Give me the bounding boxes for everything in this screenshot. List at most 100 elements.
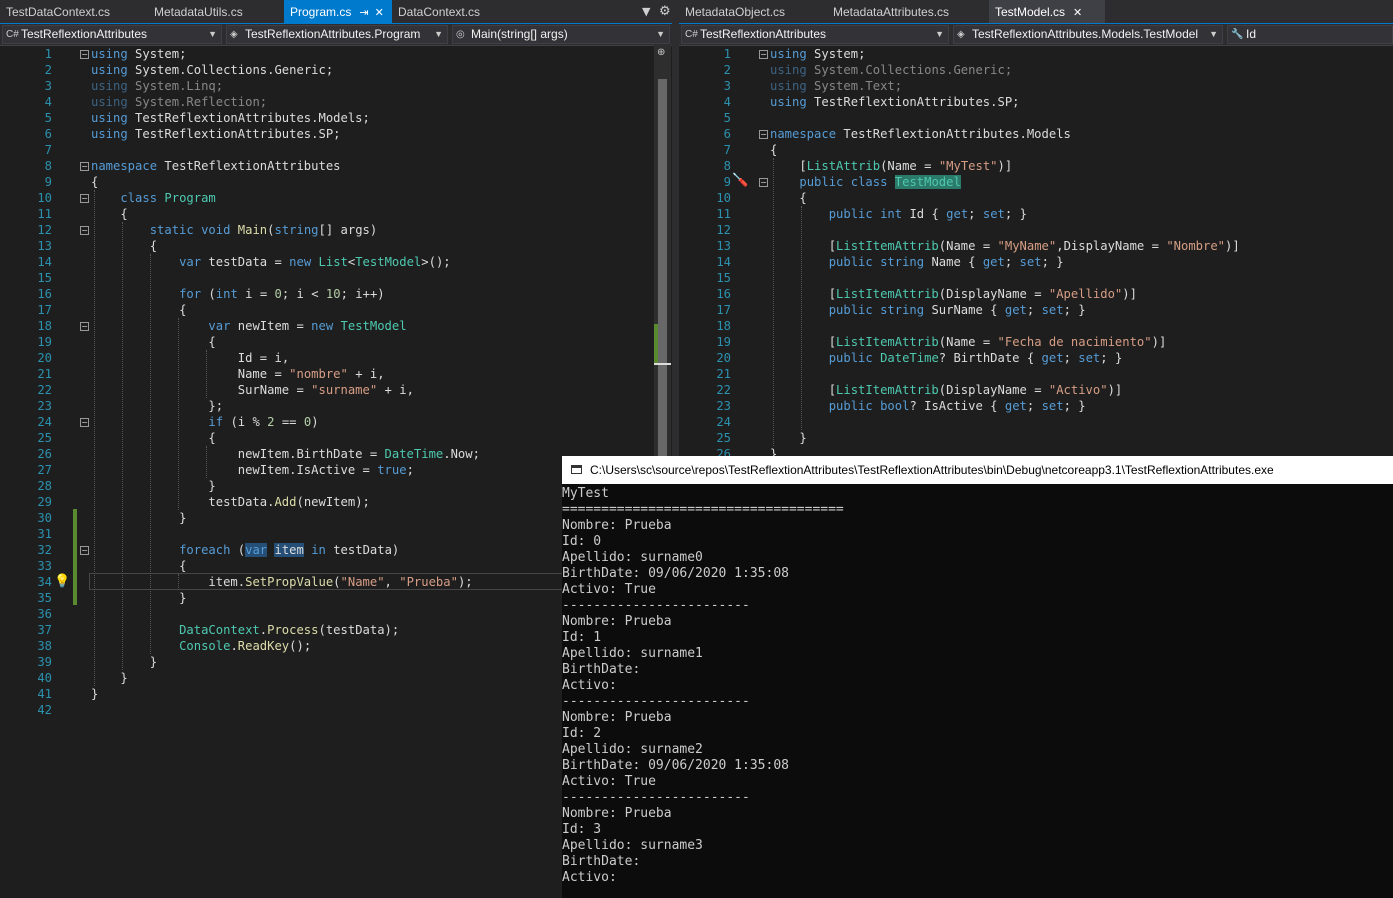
scrollbar-thumb[interactable] — [658, 79, 667, 499]
line-number: 18 — [716, 319, 731, 333]
class-dropdown[interactable]: ◈ TestReflextionAttributes.Models.TestMod… — [953, 25, 1223, 44]
pin-icon[interactable]: ⇥ — [359, 1, 368, 25]
line-number: 37 — [37, 623, 52, 637]
console-app-icon — [571, 465, 582, 474]
member-dropdown[interactable]: ◎ Main(string[] args) ▼ — [452, 25, 670, 44]
line-number: 27 — [37, 463, 52, 477]
code-line: using System.Linq; — [91, 79, 224, 93]
console-line: Apellido: surname1 — [562, 646, 703, 661]
console-line: Apellido: surname3 — [562, 838, 703, 853]
code-line: } — [149, 655, 158, 669]
screwdriver-icon[interactable]: 🪛 — [732, 173, 748, 188]
line-number: 32 — [37, 543, 52, 557]
line-number: 39 — [37, 655, 52, 669]
collapse-toggle[interactable]: − — [80, 226, 89, 235]
code-line: DataContext.Process(testData); — [179, 623, 400, 637]
line-number: 21 — [716, 367, 731, 381]
chevron-down-icon: ▼ — [208, 29, 217, 39]
tab-label: MetadataAttributes.cs — [833, 5, 950, 19]
wrench-icon: 🔧 — [1231, 29, 1244, 40]
split-icon[interactable]: ⊕ — [657, 47, 665, 58]
collapse-toggle[interactable]: − — [80, 162, 89, 171]
console-line: Nombre: Prueba — [562, 614, 672, 629]
code-line: Name = "nombre" + i, — [237, 367, 385, 381]
line-number: 20 — [37, 351, 52, 365]
change-marker — [73, 509, 77, 605]
class-icon: ◈ — [957, 29, 965, 40]
line-number: 42 — [37, 703, 52, 717]
line-number: 1 — [723, 47, 731, 61]
line-number: 9 — [723, 175, 731, 189]
line-number: 11 — [716, 207, 731, 221]
collapse-toggle[interactable]: − — [80, 50, 89, 59]
collapse-toggle[interactable]: − — [80, 322, 89, 331]
line-number: 25 — [716, 431, 731, 445]
code-line: Id = i, — [237, 351, 290, 365]
line-number: 3 — [723, 79, 731, 93]
code-line: public class TestModel — [799, 175, 961, 189]
close-icon[interactable]: ✕ — [375, 1, 384, 25]
console-title-bar[interactable]: C:\Users\sc\source\repos\TestReflextionA… — [562, 456, 1393, 484]
code-line: [ListItemAttrib(Name = "Fecha de nacimie… — [828, 335, 1167, 349]
code-line: var testData = new List<TestModel>(); — [179, 255, 451, 269]
close-icon[interactable]: ✕ — [1073, 1, 1082, 25]
member-dropdown[interactable]: 🔧 Id — [1227, 25, 1393, 44]
tab-label: MetadataObject.cs — [685, 5, 786, 19]
line-number: 25 — [37, 431, 52, 445]
tab-label: TestDataContext.cs — [6, 5, 111, 19]
code-line: using System; — [91, 47, 187, 61]
code-line: }; — [208, 399, 224, 413]
code-line: item.SetPropValue("Name", "Prueba"); — [208, 575, 473, 589]
tab-metadataobject[interactable]: MetadataObject.cs — [679, 0, 827, 23]
project-dropdown[interactable]: C# TestReflextionAttributes ▼ — [681, 25, 949, 44]
project-dropdown[interactable]: C# TestReflextionAttributes ▼ — [2, 25, 222, 44]
change-marker — [654, 324, 658, 364]
class-dropdown[interactable]: ◈ TestReflextionAttributes.Program ▼ — [226, 25, 448, 44]
tab-testmodel[interactable]: TestModel.cs ✕ — [989, 0, 1105, 23]
code-line: using TestReflextionAttributes.SP; — [91, 127, 341, 141]
chevron-down-icon: ▼ — [1209, 29, 1218, 39]
code-line: var newItem = new TestModel — [208, 319, 407, 333]
collapse-toggle[interactable]: − — [759, 178, 768, 187]
tab-metadatautils[interactable]: MetadataUtils.cs — [148, 0, 282, 23]
collapse-toggle[interactable]: − — [80, 194, 89, 203]
code-line: using System.Collections.Generic; — [91, 63, 334, 77]
gear-icon[interactable]: ⚙ — [659, 0, 671, 23]
line-number: 7 — [723, 143, 731, 157]
member-name: Main(string[] args) — [471, 27, 568, 41]
console-window[interactable]: C:\Users\sc\source\repos\TestReflextionA… — [562, 456, 1393, 898]
collapse-toggle[interactable]: − — [759, 130, 768, 139]
code-line: { — [149, 239, 158, 253]
tab-program[interactable]: Program.cs ⇥ ✕ — [284, 0, 392, 23]
lightbulb-icon[interactable]: 💡 — [54, 574, 70, 589]
console-line: Nombre: Prueba — [562, 710, 672, 725]
class-name: TestReflextionAttributes.Program — [245, 27, 421, 41]
collapse-toggle[interactable]: − — [759, 50, 768, 59]
code-line: { — [799, 191, 807, 205]
tab-metadataattributes[interactable]: MetadataAttributes.cs — [827, 0, 987, 23]
line-number: 38 — [37, 639, 52, 653]
line-number: 31 — [37, 527, 52, 541]
tab-datacontext[interactable]: DataContext.cs — [392, 0, 532, 23]
chevron-down-icon[interactable]: ▼ — [642, 0, 650, 23]
console-line: BirthDate: — [562, 854, 641, 869]
tab-testdatacontext[interactable]: TestDataContext.cs — [0, 0, 148, 23]
code-line: using TestReflextionAttributes.Models; — [91, 111, 370, 125]
method-icon: ◎ — [456, 29, 465, 40]
line-number: 17 — [716, 303, 731, 317]
line-number: 24 — [716, 415, 731, 429]
code-line: testData.Add(newItem); — [208, 495, 370, 509]
code-line: namespace TestReflextionAttributes.Model… — [770, 127, 1071, 141]
line-number: 12 — [716, 223, 731, 237]
collapse-toggle[interactable]: − — [80, 418, 89, 427]
code-line: using System; — [770, 47, 866, 61]
code-line: namespace TestReflextionAttributes — [91, 159, 341, 173]
line-number: 24 — [37, 415, 52, 429]
line-number: 13 — [716, 239, 731, 253]
code-line: } — [120, 671, 128, 685]
csharp-file-icon: C# — [6, 29, 19, 40]
code-line: newItem.BirthDate = DateTime.Now; — [237, 447, 480, 461]
collapse-toggle[interactable]: − — [80, 546, 89, 555]
class-name: TestReflextionAttributes.Models.TestMode… — [972, 27, 1199, 41]
left-tab-bar: TestDataContext.cs MetadataUtils.cs Prog… — [0, 0, 672, 24]
